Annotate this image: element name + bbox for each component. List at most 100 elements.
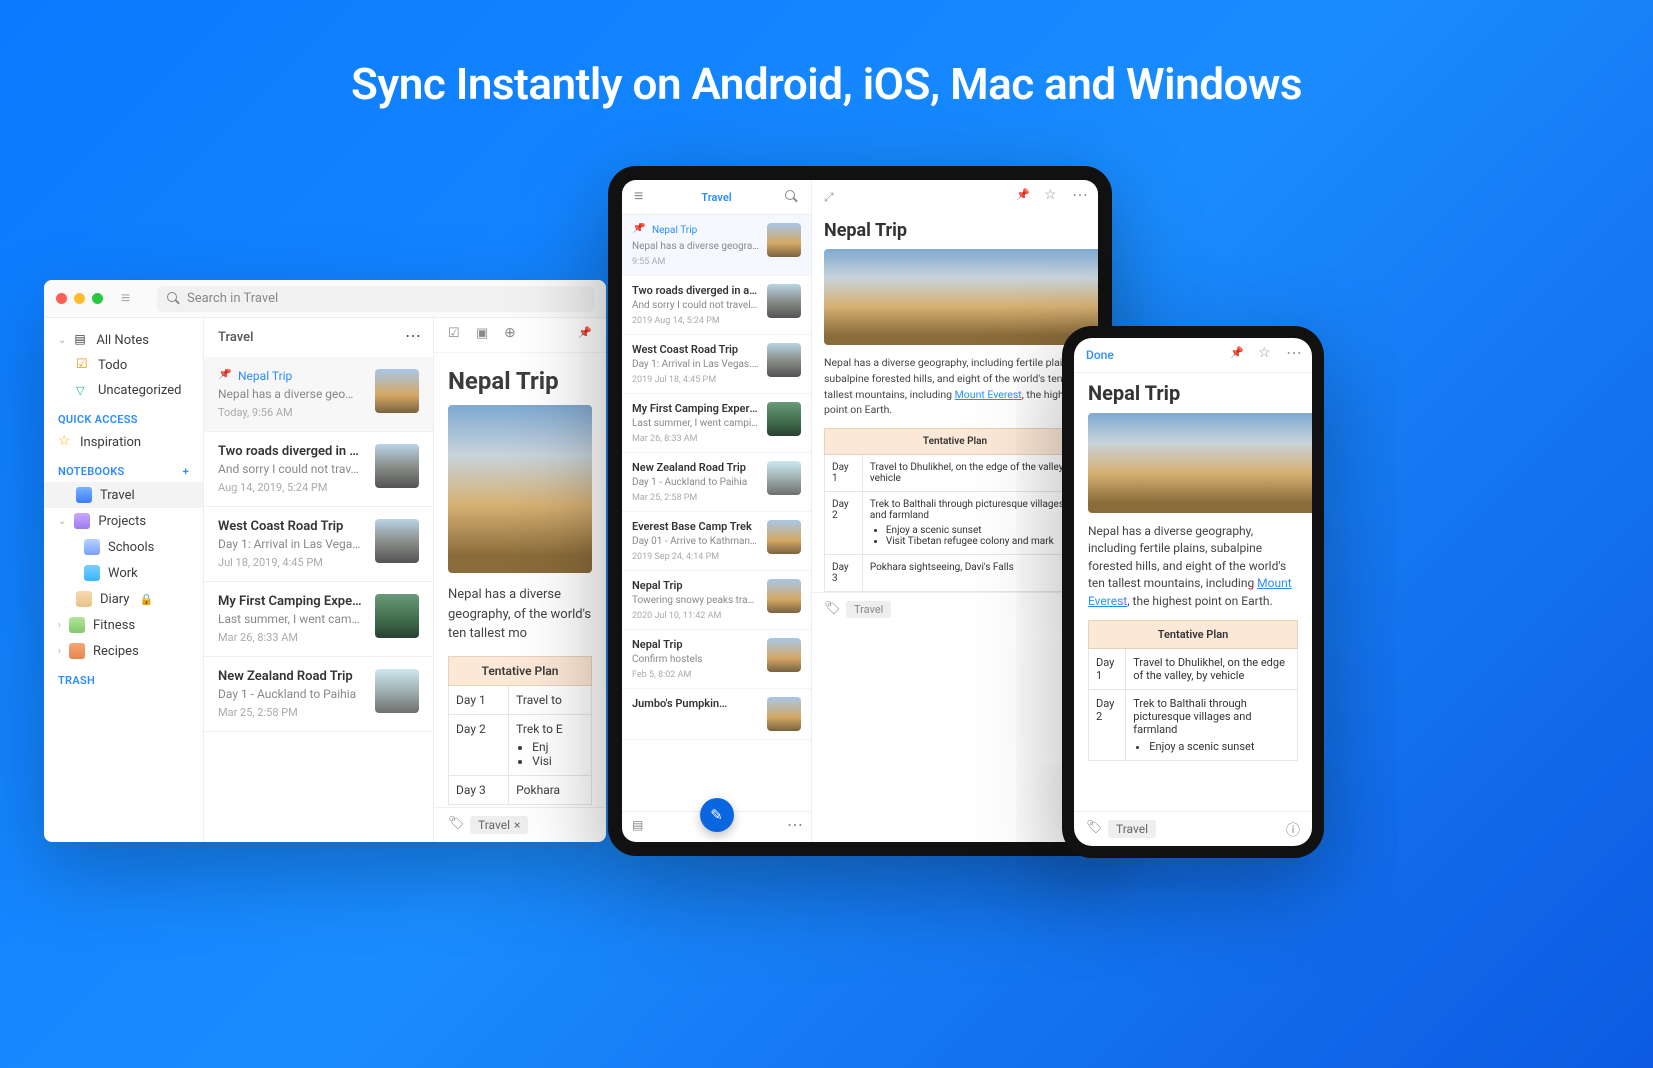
tag-chip[interactable]: Travel×	[470, 816, 528, 834]
note-card[interactable]: Nepal TripTowering snowy peaks trace th……	[622, 571, 811, 630]
note-card[interactable]: Nepal TripConfirm hostelsFeb 5, 8:02 AM	[622, 630, 811, 689]
pin-icon	[632, 223, 646, 237]
tablet-editor-pane: Nepal Trip Nepal has a diverse geography…	[812, 180, 1098, 842]
notebook-icon	[69, 617, 85, 633]
note-card[interactable]: New Zealand Road TripDay 1 - Auckland to…	[204, 657, 433, 732]
pin-icon[interactable]	[1016, 190, 1030, 204]
pin-icon	[218, 369, 232, 383]
more-icon[interactable]	[405, 331, 419, 345]
notebook-icon	[76, 591, 92, 607]
notebooks-label[interactable]: NOTEBOOKS	[44, 455, 203, 482]
notes-icon	[74, 334, 88, 348]
star-icon[interactable]	[1044, 190, 1058, 204]
note-card[interactable]: My First Camping ExperienceLast summer, …	[622, 394, 811, 453]
search-icon[interactable]	[785, 190, 799, 204]
window-controls[interactable]	[56, 293, 103, 304]
sidebar-notebook[interactable]: Work	[44, 560, 203, 586]
more-icon[interactable]	[1072, 190, 1086, 204]
search-input[interactable]: Search in Travel	[157, 286, 594, 312]
info-icon[interactable]	[1286, 822, 1300, 836]
sidebar-item-label: Diary	[100, 592, 129, 607]
note-thumbnail	[767, 223, 801, 257]
expand-icon[interactable]	[824, 190, 838, 204]
sidebar-item-label: Travel	[100, 488, 135, 503]
note-card[interactable]: Two roads diverged in a …And sorry I cou…	[204, 432, 433, 507]
note-card[interactable]: Nepal TripNepal has a diverse geography,…	[622, 215, 811, 276]
note-title[interactable]: Nepal Trip	[812, 214, 1098, 249]
compose-button[interactable]: ✎	[700, 798, 734, 832]
sidebar-notebook[interactable]: Schools	[44, 534, 203, 560]
sidebar-item-label: Schools	[108, 540, 154, 555]
note-body[interactable]: Nepal has a diverse geography, of the wo…	[448, 573, 592, 656]
note-thumbnail	[375, 369, 419, 413]
note-thumbnail	[375, 519, 419, 563]
note-body[interactable]: Nepal has a diverse geography, including…	[1074, 513, 1312, 620]
sidebar-inspiration[interactable]: Inspiration	[44, 430, 203, 455]
hamburger-icon[interactable]	[121, 292, 135, 306]
note-title[interactable]: Nepal Trip	[1074, 373, 1312, 413]
note-card[interactable]: Nepal TripNepal has a diverse geo…Today,…	[204, 357, 433, 432]
pin-icon[interactable]	[578, 328, 592, 342]
sidebar-notebook[interactable]: ›Recipes	[44, 638, 203, 664]
tablet-list-pane: Travel Nepal TripNepal has a diverse geo…	[622, 180, 812, 842]
plan-header: Tentative Plan	[449, 656, 592, 685]
more-icon[interactable]	[787, 820, 801, 834]
done-button[interactable]: Done	[1086, 348, 1114, 362]
plan-cell: Travel to	[509, 685, 592, 714]
plan-header: Tentative Plan	[1089, 620, 1298, 648]
search-placeholder: Search in Travel	[187, 291, 278, 306]
note-thumbnail	[767, 402, 801, 436]
note-card[interactable]: West Coast Road TripDay 1: Arrival in La…	[622, 335, 811, 394]
trash-label[interactable]: TRASH	[44, 664, 203, 691]
note-thumbnail	[767, 343, 801, 377]
note-thumbnail	[767, 579, 801, 613]
note-card[interactable]: West Coast Road TripDay 1: Arrival in La…	[204, 507, 433, 582]
note-thumbnail	[375, 444, 419, 488]
sidebar-notebook[interactable]: ›Fitness	[44, 612, 203, 638]
image-icon[interactable]	[476, 328, 490, 342]
sidebar-all-notes[interactable]: ⌄ All Notes	[44, 328, 203, 353]
note-card[interactable]: Two roads diverged in a yello…And sorry …	[622, 276, 811, 335]
add-icon[interactable]	[504, 328, 518, 342]
note-card[interactable]: New Zealand Road TripDay 1 - Auckland to…	[622, 453, 811, 512]
quick-access-label: QUICK ACCESS	[44, 403, 203, 430]
tag-chip[interactable]: Travel	[1108, 820, 1156, 838]
hamburger-icon[interactable]	[634, 190, 648, 204]
sidebar-notebook[interactable]: ⌄Projects	[44, 508, 203, 534]
notes-icon[interactable]	[632, 820, 646, 834]
notelist-title: Travel	[218, 330, 253, 345]
tag-chip[interactable]: Travel	[846, 601, 891, 618]
checklist-icon[interactable]	[448, 328, 462, 342]
sidebar-uncategorized[interactable]: Uncategorized	[44, 378, 203, 403]
plan-cell: Pokhara	[509, 775, 592, 804]
note-body[interactable]: Nepal has a diverse geography, including…	[812, 345, 1098, 428]
sidebar-notebook[interactable]: Travel	[44, 482, 203, 508]
pin-icon[interactable]	[1230, 348, 1244, 362]
everest-link[interactable]: Mount Everest	[955, 388, 1022, 401]
note-card[interactable]: Jumbo's Pumpkin…	[622, 689, 811, 740]
note-title[interactable]: Nepal Trip	[448, 353, 592, 405]
plan-cell: Trek to EEnjVisi	[509, 714, 592, 775]
sidebar-item-label: Inspiration	[80, 435, 141, 450]
star-icon	[58, 436, 72, 450]
tag-add-icon[interactable]	[1086, 822, 1100, 836]
sidebar-item-label: Projects	[98, 514, 146, 529]
desktop-window: Search in Travel ⌄ All Notes Todo Uncate…	[44, 280, 606, 842]
note-thumbnail	[767, 461, 801, 495]
close-icon[interactable]	[56, 293, 67, 304]
todo-icon	[76, 359, 90, 373]
tag-add-icon[interactable]	[824, 603, 838, 617]
zoom-icon[interactable]	[92, 293, 103, 304]
note-card[interactable]: My First Camping Experi…Last summer, I w…	[204, 582, 433, 657]
note-card[interactable]: Everest Base Camp TrekDay 01 - Arrive to…	[622, 512, 811, 571]
more-icon[interactable]	[1286, 348, 1300, 362]
sidebar-item-label: Recipes	[93, 644, 139, 659]
notelist-header: Travel	[204, 318, 433, 357]
minimize-icon[interactable]	[74, 293, 85, 304]
tag-add-icon[interactable]	[448, 818, 462, 832]
star-icon[interactable]	[1258, 348, 1272, 362]
sidebar-notebook[interactable]: Diary🔒	[44, 586, 203, 612]
sidebar-todo[interactable]: Todo	[44, 353, 203, 378]
note-hero-image	[448, 405, 592, 573]
plan-table: Tentative Plan Day 1Travel to Dhulikhel,…	[824, 428, 1086, 592]
